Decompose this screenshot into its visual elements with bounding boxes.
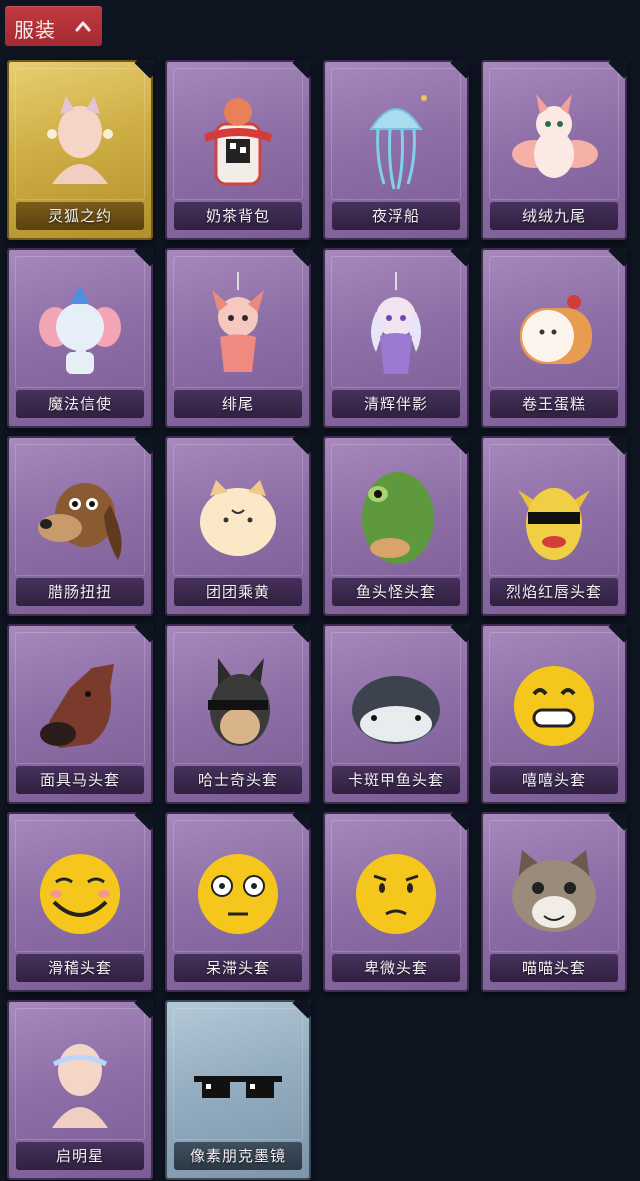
item-label: 卷王蛋糕 <box>521 395 586 413</box>
item-card[interactable]: 像素朋克墨镜 <box>165 1000 311 1180</box>
item-card[interactable]: 灵狐之约 <box>7 60 153 240</box>
blank-stare-emoji-icon <box>198 854 278 934</box>
fox-spirit-avatar-icon <box>47 96 113 184</box>
cat-bun-head-icon <box>200 480 276 556</box>
item-card[interactable]: 启明星 <box>7 1000 153 1180</box>
item-card[interactable]: 绒绒九尾 <box>481 60 627 240</box>
moon-girl-charm-icon <box>371 272 421 374</box>
fish-head-mask-icon <box>362 472 434 564</box>
item-label: 嘻嘻头套 <box>521 771 586 789</box>
item-card[interactable]: 面具马头套 <box>7 624 153 804</box>
item-label: 夜浮船 <box>371 207 420 225</box>
item-label: 清辉伴影 <box>363 395 428 413</box>
item-card[interactable]: 烈焰红唇头套 <box>481 436 627 616</box>
item-label: 绯尾 <box>221 395 254 413</box>
section-title: 服装 <box>14 18 56 42</box>
fish-helmet-icon <box>352 676 440 744</box>
item-label: 哈士奇头套 <box>197 771 278 789</box>
roll-cake-icon <box>520 295 592 364</box>
funny-emoji-icon <box>40 854 120 934</box>
item-card[interactable]: 滑稽头套 <box>7 812 153 992</box>
item-label: 喵喵头套 <box>521 959 586 977</box>
item-label: 面具马头套 <box>39 771 120 789</box>
item-card[interactable]: 奶茶背包 <box>165 60 311 240</box>
cat-face-mask-icon <box>512 850 596 932</box>
item-card[interactable]: 呆滞头套 <box>165 812 311 992</box>
item-label: 卑微头套 <box>363 959 428 977</box>
item-card[interactable]: 绯尾 <box>165 248 311 428</box>
item-label: 魔法信使 <box>47 395 112 413</box>
item-card[interactable]: 腊肠扭扭 <box>7 436 153 616</box>
item-label: 绒绒九尾 <box>521 207 586 225</box>
timid-emoji-icon <box>356 854 436 934</box>
horse-head-mask-icon <box>40 664 115 748</box>
grin-emoji-icon <box>514 666 594 746</box>
item-card[interactable]: 哈士奇头套 <box>165 624 311 804</box>
item-card[interactable]: 嘻嘻头套 <box>481 624 627 804</box>
fox-girl-charm-icon <box>212 272 264 372</box>
item-label: 团团乘黄 <box>205 583 270 601</box>
item-label: 腊肠扭扭 <box>47 583 112 601</box>
costume-section-header[interactable]: 服装 <box>5 6 102 46</box>
milk-tea-backpack-icon <box>204 98 272 186</box>
item-label: 灵狐之约 <box>47 207 112 225</box>
morning-star-avatar-icon <box>52 1044 108 1128</box>
item-label: 卡斑甲鱼头套 <box>347 771 444 789</box>
item-label: 启明星 <box>55 1147 104 1165</box>
item-card[interactable]: 卷王蛋糕 <box>481 248 627 428</box>
yellow-mask-icon <box>518 488 590 560</box>
item-label: 鱼头怪头套 <box>355 583 436 601</box>
item-label: 像素朋克墨镜 <box>189 1147 286 1165</box>
pixel-sunglasses-icon <box>194 1076 282 1098</box>
dachshund-head-icon <box>38 483 122 560</box>
chevron-up-icon[interactable] <box>74 20 92 32</box>
item-label: 滑稽头套 <box>47 959 112 977</box>
nine-tailed-fox-icon <box>512 94 598 178</box>
item-label: 奶茶背包 <box>205 207 270 225</box>
item-card[interactable]: 卑微头套 <box>323 812 469 992</box>
item-card[interactable]: 卡斑甲鱼头套 <box>323 624 469 804</box>
item-label: 烈焰红唇头套 <box>505 583 602 601</box>
item-card[interactable]: 鱼头怪头套 <box>323 436 469 616</box>
elephant-icon <box>39 286 121 374</box>
item-card[interactable]: 喵喵头套 <box>481 812 627 992</box>
item-card[interactable]: 夜浮船 <box>323 60 469 240</box>
husky-head-mask-icon <box>208 658 270 746</box>
item-card[interactable]: 清辉伴影 <box>323 248 469 428</box>
item-card[interactable]: 魔法信使 <box>7 248 153 428</box>
jellyfish-icon <box>369 95 427 190</box>
item-card[interactable]: 团团乘黄 <box>165 436 311 616</box>
item-label: 呆滞头套 <box>205 959 270 977</box>
